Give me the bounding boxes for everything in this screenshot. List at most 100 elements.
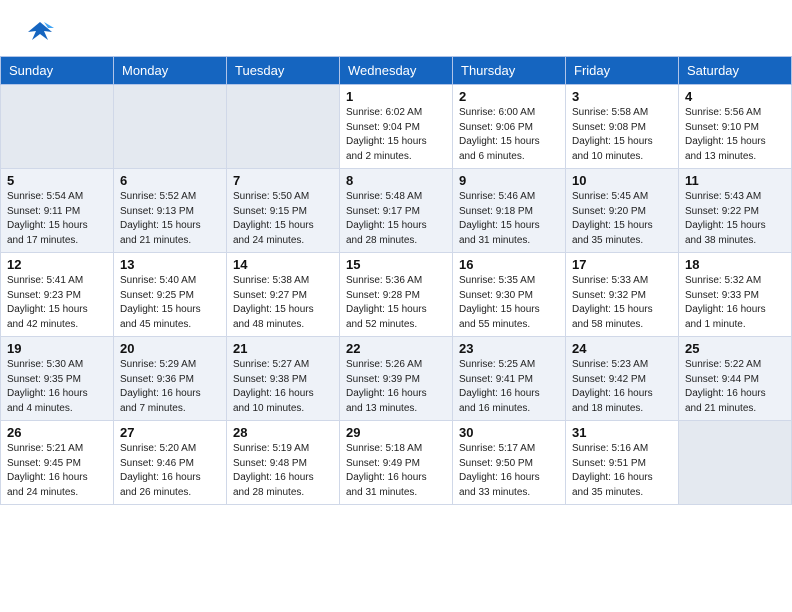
day-info: Sunrise: 5:40 AM Sunset: 9:25 PM Dayligh… [120, 274, 220, 332]
calendar-week-row: 5 Sunrise: 5:54 AM Sunset: 9:11 PM Daylig… [1, 169, 792, 253]
day-number: 19 [7, 341, 107, 356]
calendar-cell [227, 85, 340, 169]
logo [24, 18, 54, 46]
calendar-cell: 28Sunrise: 5:19 AM Sunset: 9:48 PM Dayli… [227, 421, 340, 505]
day-number: 5 [7, 173, 107, 188]
day-info: Sunrise: 5:30 AM Sunset: 9:35 PM Dayligh… [7, 358, 107, 416]
day-header-monday: Monday [114, 57, 227, 85]
day-number: 31 [572, 425, 672, 440]
calendar-cell: 20 Sunrise: 5:29 AM Sunset: 9:36 PM Dayli… [114, 337, 227, 421]
day-number: 27 [120, 425, 220, 440]
calendar-cell: 19 Sunrise: 5:30 AM Sunset: 9:35 PM Dayli… [1, 337, 114, 421]
day-number: 14 [233, 257, 333, 272]
day-info: Sunrise: 5:43 AM Sunset: 9:22 PM Dayligh… [685, 190, 785, 248]
day-info: Sunrise: 5:16 AM Sunset: 9:51 PM Dayligh… [572, 442, 672, 500]
calendar-cell: 29Sunrise: 5:18 AM Sunset: 9:49 PM Dayli… [340, 421, 453, 505]
calendar-cell: 14 Sunrise: 5:38 AM Sunset: 9:27 PM Dayli… [227, 253, 340, 337]
calendar-cell: 26 Sunrise: 5:21 AM Sunset: 9:45 PM Dayli… [1, 421, 114, 505]
day-header-sunday: Sunday [1, 57, 114, 85]
day-number: 4 [685, 89, 785, 104]
day-info: Sunrise: 6:02 AM Sunset: 9:04 PM Dayligh… [346, 106, 446, 164]
day-number: 25 [685, 341, 785, 356]
calendar-cell: 7 Sunrise: 5:50 AM Sunset: 9:15 PM Daylig… [227, 169, 340, 253]
calendar-cell: 2 Sunrise: 6:00 AM Sunset: 9:06 PM Daylig… [453, 85, 566, 169]
calendar-week-row: 19 Sunrise: 5:30 AM Sunset: 9:35 PM Dayli… [1, 337, 792, 421]
day-number: 9 [459, 173, 559, 188]
day-info: Sunrise: 5:35 AM Sunset: 9:30 PM Dayligh… [459, 274, 559, 332]
calendar-cell: 9 Sunrise: 5:46 AM Sunset: 9:18 PM Daylig… [453, 169, 566, 253]
day-number: 23 [459, 341, 559, 356]
day-number: 22 [346, 341, 446, 356]
calendar-cell [1, 85, 114, 169]
day-info: Sunrise: 5:27 AM Sunset: 9:38 PM Dayligh… [233, 358, 333, 416]
calendar-cell: 17Sunrise: 5:33 AM Sunset: 9:32 PM Dayli… [566, 253, 679, 337]
page-header [0, 0, 792, 56]
day-number: 16 [459, 257, 559, 272]
day-info: Sunrise: 5:45 AM Sunset: 9:20 PM Dayligh… [572, 190, 672, 248]
day-number: 29 [346, 425, 446, 440]
day-number: 3 [572, 89, 672, 104]
calendar-cell: 3 Sunrise: 5:58 AM Sunset: 9:08 PM Daylig… [566, 85, 679, 169]
day-info: Sunrise: 5:20 AM Sunset: 9:46 PM Dayligh… [120, 442, 220, 500]
day-header-wednesday: Wednesday [340, 57, 453, 85]
day-info: Sunrise: 5:50 AM Sunset: 9:15 PM Dayligh… [233, 190, 333, 248]
calendar-header-row: SundayMondayTuesdayWednesdayThursdayFrid… [1, 57, 792, 85]
day-number: 17 [572, 257, 672, 272]
calendar-cell: 27 Sunrise: 5:20 AM Sunset: 9:46 PM Dayli… [114, 421, 227, 505]
day-info: Sunrise: 5:52 AM Sunset: 9:13 PM Dayligh… [120, 190, 220, 248]
calendar-cell: 22Sunrise: 5:26 AM Sunset: 9:39 PM Dayli… [340, 337, 453, 421]
day-number: 18 [685, 257, 785, 272]
day-number: 12 [7, 257, 107, 272]
day-number: 2 [459, 89, 559, 104]
day-header-thursday: Thursday [453, 57, 566, 85]
calendar-cell: 4 Sunrise: 5:56 AM Sunset: 9:10 PM Daylig… [679, 85, 792, 169]
calendar-cell: 11 Sunrise: 5:43 AM Sunset: 9:22 PM Dayli… [679, 169, 792, 253]
calendar-week-row: 1 Sunrise: 6:02 AM Sunset: 9:04 PM Daylig… [1, 85, 792, 169]
day-number: 24 [572, 341, 672, 356]
calendar-cell: 15 Sunrise: 5:36 AM Sunset: 9:28 PM Dayli… [340, 253, 453, 337]
day-info: Sunrise: 5:22 AM Sunset: 9:44 PM Dayligh… [685, 358, 785, 416]
day-number: 26 [7, 425, 107, 440]
day-info: Sunrise: 5:29 AM Sunset: 9:36 PM Dayligh… [120, 358, 220, 416]
day-info: Sunrise: 5:48 AM Sunset: 9:17 PM Dayligh… [346, 190, 446, 248]
calendar-cell: 13 Sunrise: 5:40 AM Sunset: 9:25 PM Dayli… [114, 253, 227, 337]
day-header-saturday: Saturday [679, 57, 792, 85]
calendar-cell: 16 Sunrise: 5:35 AM Sunset: 9:30 PM Dayli… [453, 253, 566, 337]
day-number: 1 [346, 89, 446, 104]
calendar-cell: 1 Sunrise: 6:02 AM Sunset: 9:04 PM Daylig… [340, 85, 453, 169]
day-info: Sunrise: 5:17 AM Sunset: 9:50 PM Dayligh… [459, 442, 559, 500]
day-info: Sunrise: 5:32 AM Sunset: 9:33 PM Dayligh… [685, 274, 785, 332]
day-info: Sunrise: 5:25 AM Sunset: 9:41 PM Dayligh… [459, 358, 559, 416]
day-info: Sunrise: 5:54 AM Sunset: 9:11 PM Dayligh… [7, 190, 107, 248]
calendar-cell: 10 Sunrise: 5:45 AM Sunset: 9:20 PM Dayli… [566, 169, 679, 253]
day-info: Sunrise: 5:58 AM Sunset: 9:08 PM Dayligh… [572, 106, 672, 164]
calendar-cell: 25 Sunrise: 5:22 AM Sunset: 9:44 PM Dayli… [679, 337, 792, 421]
calendar-cell: 6Sunrise: 5:52 AM Sunset: 9:13 PM Daylig… [114, 169, 227, 253]
day-info: Sunrise: 5:36 AM Sunset: 9:28 PM Dayligh… [346, 274, 446, 332]
calendar-cell [679, 421, 792, 505]
day-number: 20 [120, 341, 220, 356]
day-number: 7 [233, 173, 333, 188]
day-header-friday: Friday [566, 57, 679, 85]
day-info: Sunrise: 5:38 AM Sunset: 9:27 PM Dayligh… [233, 274, 333, 332]
calendar-cell: 31 Sunrise: 5:16 AM Sunset: 9:51 PM Dayli… [566, 421, 679, 505]
calendar-cell: 24Sunrise: 5:23 AM Sunset: 9:42 PM Dayli… [566, 337, 679, 421]
calendar-cell: 18 Sunrise: 5:32 AM Sunset: 9:33 PM Dayli… [679, 253, 792, 337]
day-number: 15 [346, 257, 446, 272]
day-number: 8 [346, 173, 446, 188]
calendar-cell: 21 Sunrise: 5:27 AM Sunset: 9:38 PM Dayli… [227, 337, 340, 421]
day-number: 11 [685, 173, 785, 188]
day-info: Sunrise: 6:00 AM Sunset: 9:06 PM Dayligh… [459, 106, 559, 164]
day-info: Sunrise: 5:21 AM Sunset: 9:45 PM Dayligh… [7, 442, 107, 500]
day-number: 21 [233, 341, 333, 356]
day-number: 13 [120, 257, 220, 272]
day-header-tuesday: Tuesday [227, 57, 340, 85]
calendar-cell: 8 Sunrise: 5:48 AM Sunset: 9:17 PM Daylig… [340, 169, 453, 253]
day-info: Sunrise: 5:46 AM Sunset: 9:18 PM Dayligh… [459, 190, 559, 248]
day-number: 30 [459, 425, 559, 440]
day-number: 10 [572, 173, 672, 188]
calendar-table: SundayMondayTuesdayWednesdayThursdayFrid… [0, 56, 792, 505]
day-info: Sunrise: 5:56 AM Sunset: 9:10 PM Dayligh… [685, 106, 785, 164]
calendar-cell: 30 Sunrise: 5:17 AM Sunset: 9:50 PM Dayli… [453, 421, 566, 505]
calendar-cell: 12Sunrise: 5:41 AM Sunset: 9:23 PM Dayli… [1, 253, 114, 337]
